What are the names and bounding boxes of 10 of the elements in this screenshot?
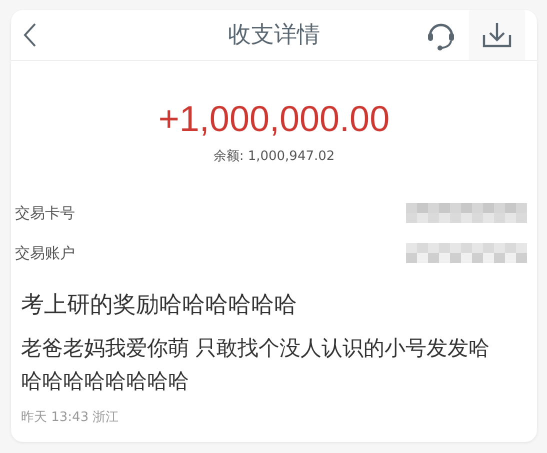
download-icon[interactable] — [482, 21, 512, 49]
post-title: 考上研的奖励哈哈哈哈哈哈 — [21, 291, 298, 320]
post-meta: 昨天 13:43 浙江 — [21, 409, 120, 426]
detail-label: 交易卡号 — [15, 204, 75, 222]
back-icon[interactable] — [23, 22, 37, 48]
balance: 余额: 1,000,947.02 — [212, 148, 336, 165]
detail-label: 交易账户 — [15, 244, 75, 262]
amount: +1,000,000.00 — [157, 99, 391, 139]
post-body: 老爸老妈我爱你萌 只敢找个没人认识的小号发发哈哈哈哈哈哈哈哈哈 — [21, 335, 491, 395]
page-title: 收支详情 — [228, 21, 320, 50]
